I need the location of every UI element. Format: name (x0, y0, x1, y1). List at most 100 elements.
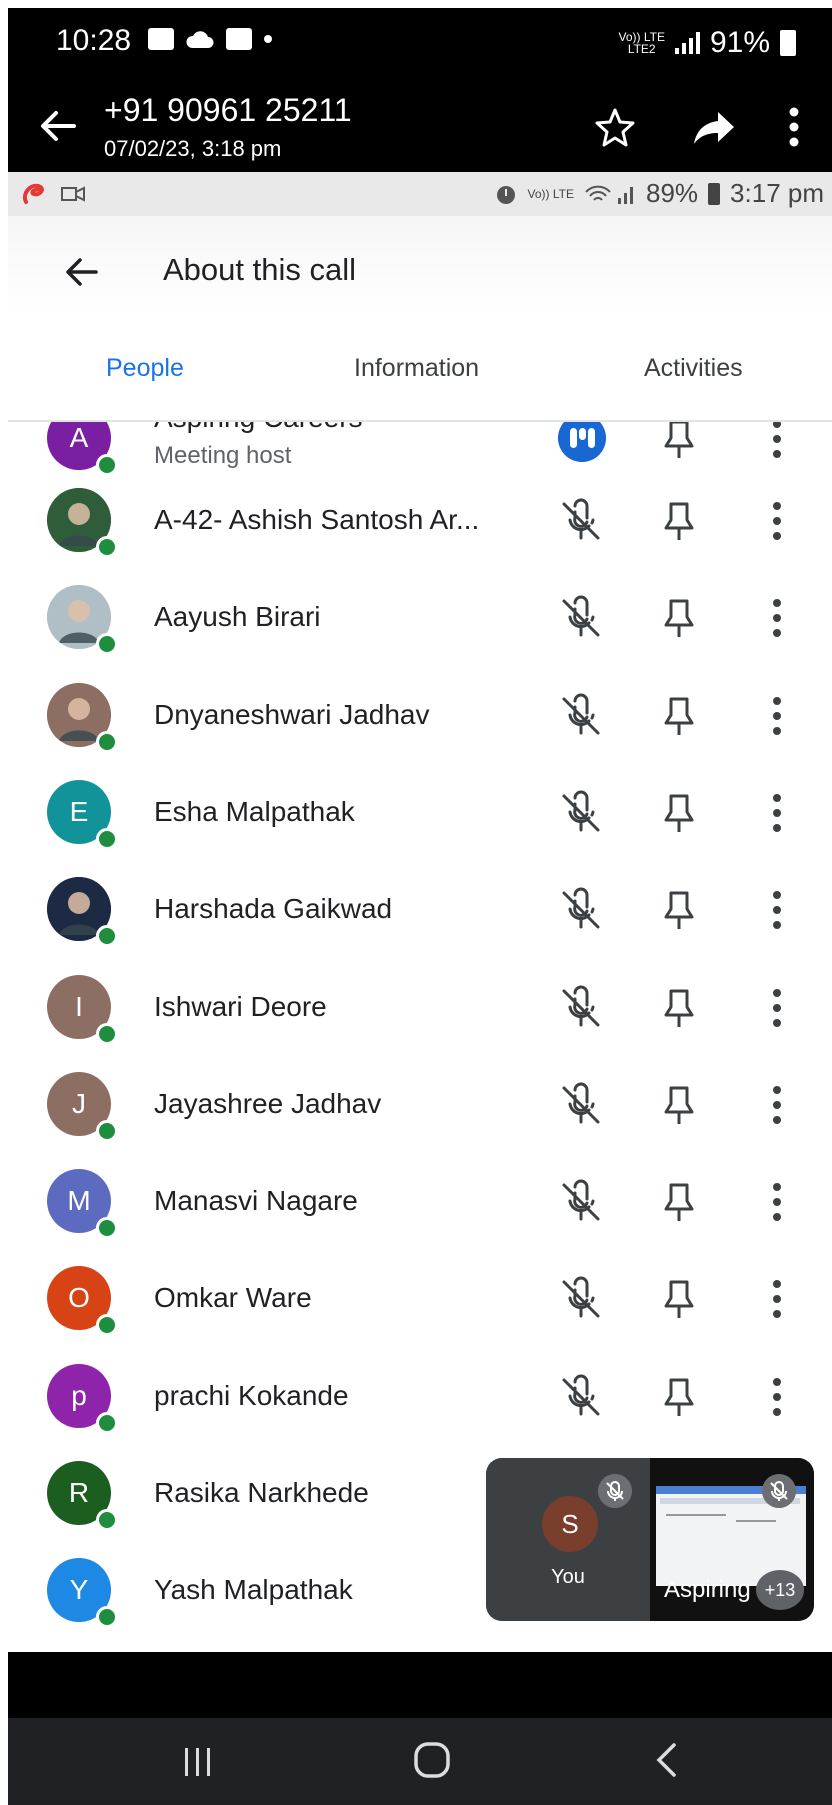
pin-icon[interactable] (656, 1276, 702, 1322)
more-options-icon[interactable] (771, 595, 783, 641)
online-indicator-icon (96, 1119, 118, 1142)
screenshot-content: Vo)) LTE 89% 3:17 pm About this call Peo… (8, 172, 832, 1652)
participant-row[interactable]: J Jayashree Jadhav (8, 1056, 832, 1153)
participant-name: Aayush Birari (154, 601, 321, 633)
star-icon[interactable] (594, 106, 636, 148)
online-indicator-icon (96, 1022, 118, 1045)
avatar-initial: A (69, 422, 89, 453)
pin-icon[interactable] (656, 790, 702, 836)
avatar-initial: E (69, 795, 89, 827)
more-options-icon[interactable] (771, 1179, 783, 1225)
avatar-initial: M (67, 1185, 91, 1217)
online-indicator-icon (96, 1314, 118, 1337)
tab-bar: People Information Activities (8, 316, 832, 422)
forward-icon[interactable] (692, 110, 736, 146)
participant-name: Aspiring Careers (154, 422, 363, 434)
inner-time: 3:17 pm (730, 178, 824, 208)
participant-row[interactable]: A-42- Ashish Santosh Ar... (8, 472, 832, 569)
participant-role: Meeting host (154, 442, 292, 469)
more-options-icon[interactable] (771, 1374, 783, 1420)
more-options-icon[interactable] (771, 1276, 783, 1322)
avatar-initial: R (68, 1477, 90, 1508)
more-options-icon[interactable] (771, 498, 783, 544)
participant-name: A-42- Ashish Santosh Ar... (154, 504, 480, 535)
mic-off-icon (562, 1082, 600, 1124)
avatar-initial: O (68, 1282, 90, 1314)
mic-off-icon (562, 1374, 600, 1416)
participant-row[interactable]: M Manasvi Nagare (8, 1153, 832, 1250)
more-options-icon[interactable] (771, 887, 783, 933)
online-indicator-icon (96, 1606, 118, 1629)
participant-row[interactable]: O Omkar Ware (8, 1250, 832, 1347)
pin-icon[interactable] (656, 1179, 702, 1225)
more-options-icon[interactable] (771, 693, 783, 739)
self-label: You (551, 1566, 585, 1588)
back-arrow-icon[interactable] (36, 104, 80, 148)
participant-name: Manasvi Nagare (154, 1185, 358, 1217)
pin-icon[interactable] (656, 1082, 702, 1128)
back-nav-icon[interactable] (654, 1742, 678, 1778)
pin-icon[interactable] (656, 693, 702, 739)
avatar-initial: Y (69, 1574, 89, 1606)
online-indicator-icon (96, 1217, 118, 1240)
mic-off-icon (562, 595, 600, 637)
pin-icon[interactable] (656, 422, 702, 462)
recent-apps-icon[interactable] (180, 1746, 216, 1778)
participant-row[interactable]: Harshada Gaikwad (8, 861, 832, 958)
gallery-icon (148, 28, 174, 50)
pin-icon[interactable] (656, 985, 702, 1031)
mic-off-icon (562, 887, 600, 929)
signal-icon (674, 32, 700, 54)
home-icon[interactable] (412, 1740, 452, 1780)
participant-row[interactable]: I Ishwari Deore (8, 959, 832, 1056)
participant-name: Harshada Gaikwad (154, 893, 393, 925)
calendar-icon (226, 28, 252, 50)
participant-row[interactable]: E Esha Malpathak (8, 764, 832, 861)
video-icon (61, 186, 85, 202)
tab-people[interactable]: People (106, 316, 184, 420)
pin-icon[interactable] (656, 1374, 702, 1420)
message-viewer-toolbar: +91 90961 25211 07/02/23, 3:18 pm (8, 80, 832, 172)
tab-information[interactable]: Information (354, 316, 479, 420)
online-indicator-icon (96, 633, 118, 656)
muted-mic-icon (598, 1474, 632, 1508)
participant-row[interactable]: Dnyaneshwari Jadhav (8, 667, 832, 764)
more-notifications-icon (264, 35, 272, 43)
sent-date: 07/02/23, 3:18 pm (104, 136, 282, 161)
participant-name: Esha Malpathak (154, 795, 355, 827)
pin-icon[interactable] (656, 595, 702, 641)
more-participants-badge[interactable]: +13 (756, 1570, 804, 1610)
participant-name: prachi Kokande (154, 1379, 349, 1411)
more-options-icon[interactable] (788, 106, 800, 148)
call-pip-window[interactable]: S You Aspiring +13 (486, 1458, 814, 1621)
battery-icon (780, 30, 796, 56)
wifi-signal-icon (585, 185, 633, 204)
back-arrow-icon[interactable] (62, 252, 102, 292)
mic-off-icon (562, 1179, 600, 1221)
battery-level: 91% (709, 26, 770, 59)
mic-off-icon (562, 498, 600, 540)
participant-row[interactable]: Aayush Birari (8, 569, 832, 666)
more-options-icon[interactable] (771, 985, 783, 1031)
more-options-icon[interactable] (771, 790, 783, 836)
participant-row[interactable]: p prachi Kokande (8, 1348, 832, 1445)
avatar-initial: J (72, 1087, 86, 1119)
sender-phone: +91 90961 25211 (104, 92, 352, 128)
self-tile[interactable]: S You (486, 1458, 650, 1621)
participant-name: Dnyaneshwari Jadhav (154, 698, 430, 730)
inner-status-bar: Vo)) LTE 89% 3:17 pm (8, 172, 832, 216)
online-indicator-icon (96, 730, 118, 753)
mic-off-icon (562, 1276, 600, 1318)
more-options-icon[interactable] (771, 422, 783, 462)
pin-icon[interactable] (656, 498, 702, 544)
pin-icon[interactable] (656, 887, 702, 933)
tab-activities[interactable]: Activities (644, 316, 743, 420)
shared-screen-tile[interactable]: Aspiring +13 (650, 1458, 814, 1621)
participant-name: Rasika Narkhede (154, 1477, 369, 1508)
online-indicator-icon (96, 1509, 118, 1531)
inner-battery-icon (708, 182, 721, 205)
avatar-initial: I (75, 990, 83, 1022)
network-sim: LTE2 (627, 42, 656, 56)
more-options-icon[interactable] (771, 1082, 783, 1128)
call-info-header: About this call (8, 216, 832, 316)
